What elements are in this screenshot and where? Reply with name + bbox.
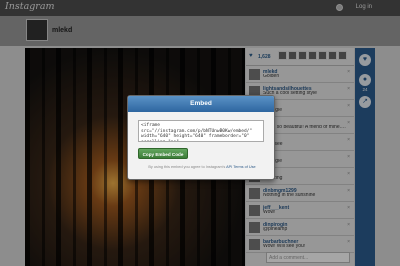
embed-dialog: Embed <iframe src="//instagram.com/p/bNT… (127, 95, 275, 180)
terms-link[interactable]: API Terms of Use (226, 165, 255, 169)
embed-code-field[interactable]: <iframe src="//instagram.com/p/bNTUnwB0K… (138, 120, 264, 142)
terms-text: By using this embed you agree to Instagr… (128, 165, 274, 169)
dialog-title: Embed (128, 96, 274, 112)
copy-embed-button[interactable]: Copy Embed Code (138, 148, 188, 159)
terms-prefix: By using this embed you agree to Instagr… (148, 165, 226, 169)
